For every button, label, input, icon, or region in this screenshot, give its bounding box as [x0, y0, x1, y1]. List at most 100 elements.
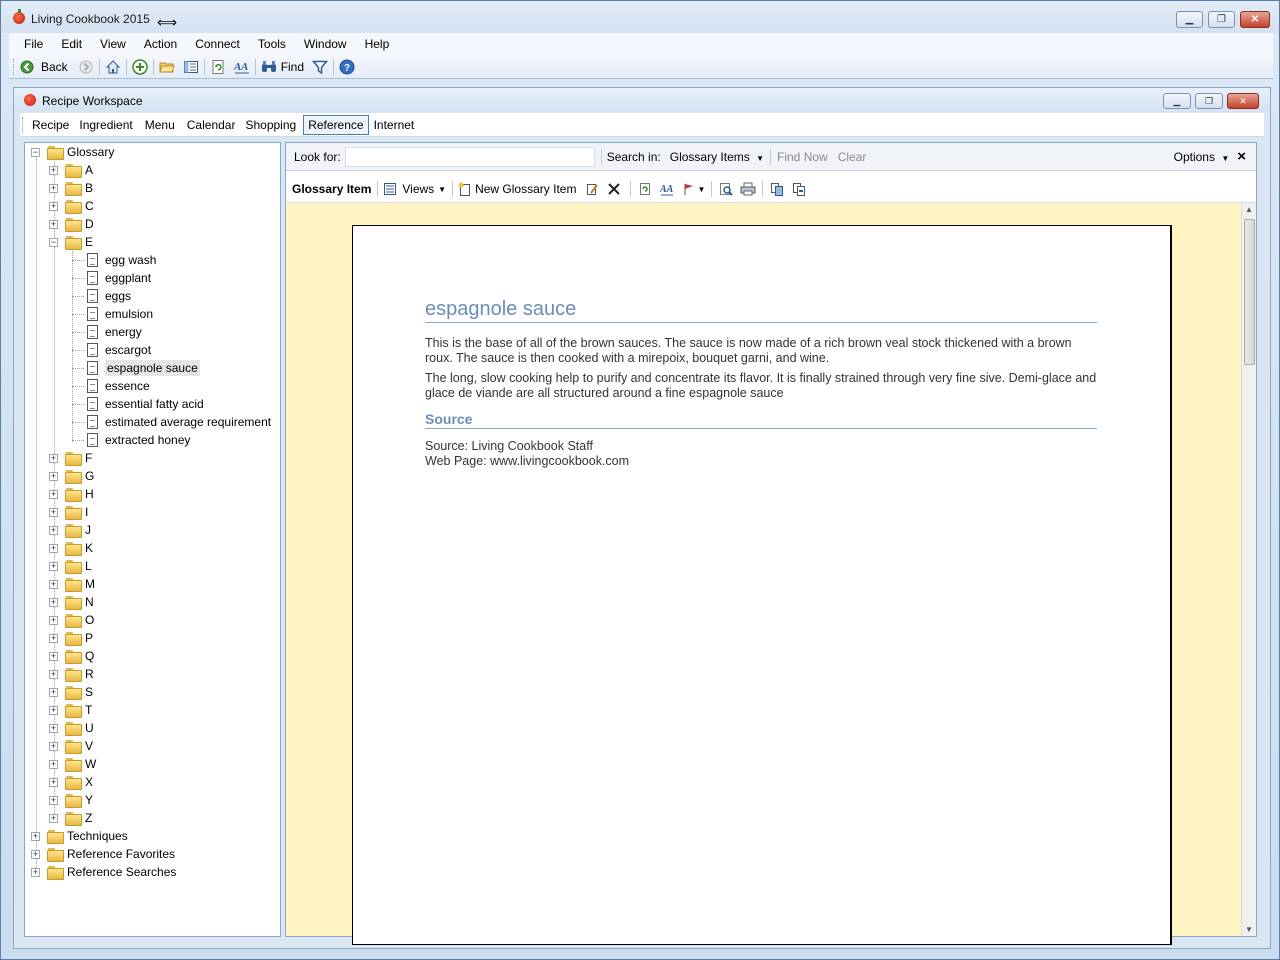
menu-window[interactable]: Window — [294, 37, 355, 51]
expand-icon[interactable]: + — [49, 688, 58, 697]
child-minimize-button[interactable]: ▁ — [1163, 93, 1191, 109]
tree-node-letter-l[interactable]: + L — [49, 557, 92, 575]
scroll-thumb[interactable] — [1244, 219, 1255, 365]
expand-icon[interactable]: + — [49, 706, 58, 715]
webpage-line[interactable]: Web Page: www.livingcookbook.com — [425, 454, 629, 468]
expand-icon[interactable]: + — [49, 184, 58, 193]
tree-node-letter-i[interactable]: + I — [49, 503, 88, 521]
tree-node-glossary-item[interactable]: energy — [87, 323, 142, 341]
edit-icon[interactable] — [584, 181, 600, 197]
menu-tools[interactable]: Tools — [248, 37, 294, 51]
tree-node-letter-w[interactable]: + W — [49, 755, 96, 773]
tree-node-letter-v[interactable]: + V — [49, 737, 93, 755]
tree-node-glossary-item[interactable]: espagnole sauce — [87, 359, 200, 377]
clear-button[interactable]: Clear — [838, 150, 867, 164]
expand-icon[interactable]: + — [49, 508, 58, 517]
toolbar-grip[interactable] — [13, 58, 15, 75]
tabs-grip[interactable] — [22, 116, 24, 133]
expand-icon[interactable]: + — [31, 832, 40, 841]
expand-icon[interactable]: + — [49, 814, 58, 823]
expand-icon[interactable]: + — [49, 544, 58, 553]
tab-reference[interactable]: Reference — [303, 114, 369, 135]
menu-file[interactable]: File — [9, 37, 51, 51]
restore-button[interactable]: ❐ — [1208, 11, 1235, 28]
tree-node-glossary[interactable]: − Glossary — [31, 143, 114, 161]
menu-action[interactable]: Action — [134, 37, 185, 51]
tree-node-letter-k[interactable]: + K — [49, 539, 93, 557]
expand-icon[interactable]: + — [49, 220, 58, 229]
copy-icon[interactable] — [769, 181, 785, 197]
tree-node-reference-favorites[interactable]: + Reference Favorites — [31, 845, 175, 863]
tree-node-letter-r[interactable]: + R — [49, 665, 94, 683]
tree-node-letter-f[interactable]: + F — [49, 449, 92, 467]
child-restore-button[interactable]: ❐ — [1195, 93, 1223, 109]
tree-node-letter-n[interactable]: + N — [49, 593, 94, 611]
scroll-down-icon[interactable]: ▼ — [1245, 925, 1253, 934]
expand-icon[interactable]: + — [49, 166, 58, 175]
title-bar[interactable]: Living Cookbook 2015 ⟺ ▁ ❐ ✕ — [1, 1, 1279, 33]
refresh-icon[interactable] — [637, 181, 653, 197]
scroll-up-icon[interactable]: ▲ — [1245, 205, 1253, 214]
preview-pane-button[interactable] — [183, 57, 199, 77]
expand-icon[interactable]: + — [49, 652, 58, 661]
minimize-button[interactable]: ▁ — [1176, 11, 1203, 28]
tree-node-letter-p[interactable]: + P — [49, 629, 93, 647]
expand-icon[interactable]: + — [49, 670, 58, 679]
flag-dropdown[interactable]: ▼ — [681, 181, 705, 197]
spelling-button[interactable]: AA — [234, 57, 250, 77]
expand-icon[interactable]: + — [49, 454, 58, 463]
tree-node-glossary-item[interactable]: egg wash — [87, 251, 156, 269]
expand-icon[interactable]: + — [49, 616, 58, 625]
find-button[interactable]: Find — [261, 57, 304, 77]
child-title-bar[interactable]: Recipe Workspace ▁ ❐ ✕ — [14, 88, 1270, 112]
tree-node-glossary-item[interactable]: essential fatty acid — [87, 395, 204, 413]
tab-calendar[interactable]: Calendar — [182, 115, 241, 135]
tree-node-letter-j[interactable]: + J — [49, 521, 91, 539]
tree-node-letter-h[interactable]: + H — [49, 485, 94, 503]
tab-menu[interactable]: Menu — [140, 115, 180, 135]
new-glossary-item-button[interactable]: New Glossary Item — [457, 181, 576, 197]
tree-node-glossary-item[interactable]: eggs — [87, 287, 131, 305]
tree-node-techniques[interactable]: + Techniques — [31, 827, 128, 845]
options-button[interactable]: Options ▼ — [1174, 150, 1230, 164]
tab-recipe[interactable]: Recipe — [27, 115, 74, 135]
expand-icon[interactable]: + — [49, 796, 58, 805]
menu-help[interactable]: Help — [355, 37, 398, 51]
open-folder-button[interactable] — [158, 57, 175, 77]
vertical-scrollbar[interactable]: ▲ ▼ — [1241, 203, 1256, 936]
expand-icon[interactable]: + — [49, 760, 58, 769]
new-button[interactable] — [131, 57, 148, 77]
tree-node-reference-searches[interactable]: + Reference Searches — [31, 863, 176, 881]
expand-icon[interactable]: + — [49, 742, 58, 751]
tree-node-letter-b[interactable]: + B — [49, 179, 93, 197]
expand-icon[interactable]: + — [49, 634, 58, 643]
expand-icon[interactable]: + — [31, 868, 40, 877]
look-for-input[interactable] — [344, 146, 595, 167]
collapse-icon[interactable]: − — [49, 238, 58, 247]
print-preview-icon[interactable] — [718, 181, 734, 197]
tree-node-letter-e[interactable]: − E — [49, 233, 93, 251]
tree-node-letter-s[interactable]: + S — [49, 683, 93, 701]
help-button[interactable]: ? — [339, 57, 355, 77]
close-button[interactable]: ✕ — [1240, 11, 1270, 28]
tab-internet[interactable]: Internet — [369, 115, 420, 135]
child-close-button[interactable]: ✕ — [1227, 93, 1259, 109]
forward-button[interactable] — [78, 57, 94, 77]
delete-icon[interactable] — [606, 181, 622, 197]
tree-node-letter-o[interactable]: + O — [49, 611, 94, 629]
expand-icon[interactable]: + — [49, 562, 58, 571]
filter-button[interactable] — [312, 57, 329, 77]
expand-icon[interactable]: + — [49, 580, 58, 589]
expand-icon[interactable]: + — [49, 724, 58, 733]
expand-icon[interactable]: + — [49, 526, 58, 535]
tree-node-glossary-item[interactable]: eggplant — [87, 269, 151, 287]
spell-check-icon[interactable]: AA — [659, 181, 675, 197]
print-icon[interactable] — [740, 181, 756, 197]
close-search-button[interactable]: × — [1237, 148, 1246, 165]
tree-node-letter-d[interactable]: + D — [49, 215, 94, 233]
expand-icon[interactable]: + — [49, 202, 58, 211]
menu-edit[interactable]: Edit — [51, 37, 90, 51]
tree-node-glossary-item[interactable]: escargot — [87, 341, 151, 359]
tree-node-glossary-item[interactable]: estimated average requirement — [87, 413, 271, 431]
tree-node-letter-y[interactable]: + Y — [49, 791, 93, 809]
